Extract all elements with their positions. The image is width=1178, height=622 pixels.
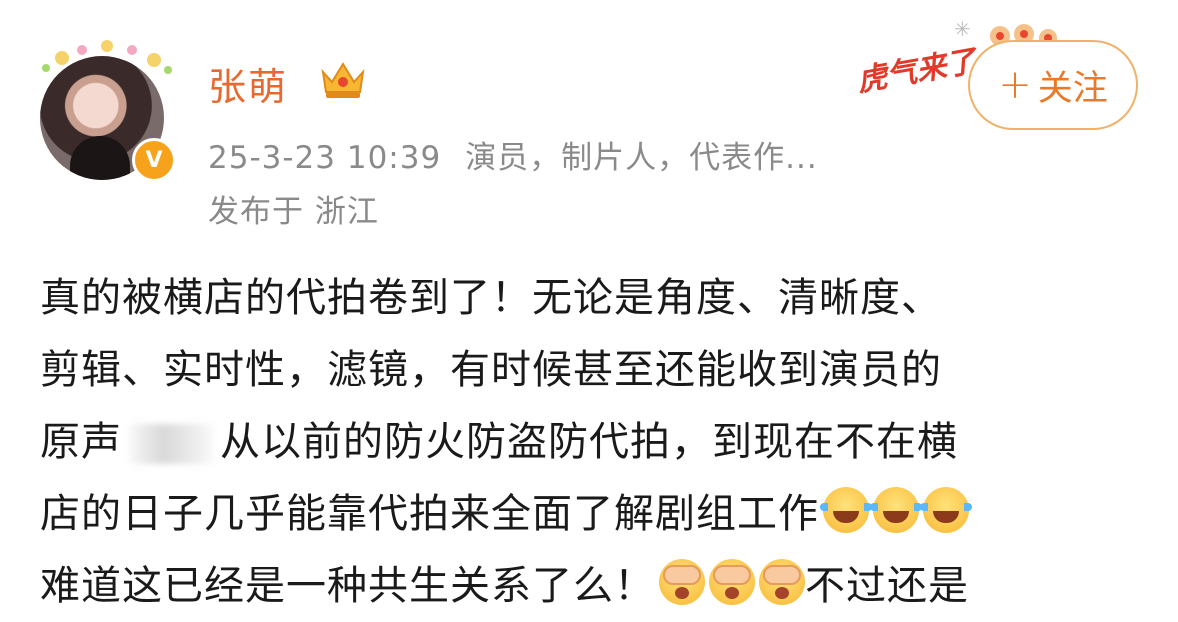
laugh-cry-emoji-icon: [920, 487, 972, 533]
post-timestamp: 25-3-23 10:39: [208, 140, 442, 176]
content-text: 不过还是: [805, 563, 969, 609]
content-line: 剪辑、实时性，滤镜，有时候甚至还能收到演员的: [40, 347, 942, 393]
content-line: 真的被横店的代拍卷到了！无论是角度、清晰度、: [40, 275, 942, 321]
weibo-post: V 张萌 25-3-23 10:39 演员，制片人，代表作... 发布于 浙江 ✳…: [0, 0, 1178, 609]
plus-icon: +: [998, 62, 1032, 108]
crown-icon: [321, 62, 365, 98]
user-description: 演员，制片人，代表作...: [465, 140, 818, 176]
follow-label: 关注: [1037, 68, 1108, 109]
content-text: 店的日子几乎能靠代拍来全面了解剧组工作: [40, 491, 819, 537]
post-content: 真的被横店的代拍卷到了！无论是角度、清晰度、 剪辑、实时性，滤镜，有时候甚至还能…: [40, 262, 1150, 622]
laugh-cry-emoji-icon: [870, 487, 922, 533]
avatar[interactable]: V: [36, 38, 176, 182]
blurred-emoji-icon: [128, 424, 214, 464]
content-line: 原声 从以前的防火防盗防代拍，到现在不在横: [40, 406, 1150, 478]
face-cover-emoji-icon: [759, 559, 805, 605]
laugh-cry-emoji-icon: [820, 487, 872, 533]
content-text: 难道这已经是一种共生关系了么！: [40, 563, 655, 609]
content-line: 店的日子几乎能靠代拍来全面了解剧组工作: [40, 478, 1150, 550]
post-location: 发布于 浙江: [208, 194, 379, 230]
content-text: 原声: [40, 419, 122, 465]
content-line: 难道这已经是一种共生关系了么！ 不过还是: [40, 550, 1150, 622]
face-cover-emoji-icon: [659, 559, 705, 605]
follow-button[interactable]: + 关注: [968, 40, 1138, 130]
username[interactable]: 张萌: [208, 56, 288, 111]
face-cover-emoji-icon: [709, 559, 755, 605]
verified-v-icon: V: [132, 138, 176, 182]
post-meta: 25-3-23 10:39 演员，制片人，代表作...: [208, 132, 818, 177]
content-text: 从以前的防火防盗防代拍，到现在不在横: [220, 419, 958, 465]
